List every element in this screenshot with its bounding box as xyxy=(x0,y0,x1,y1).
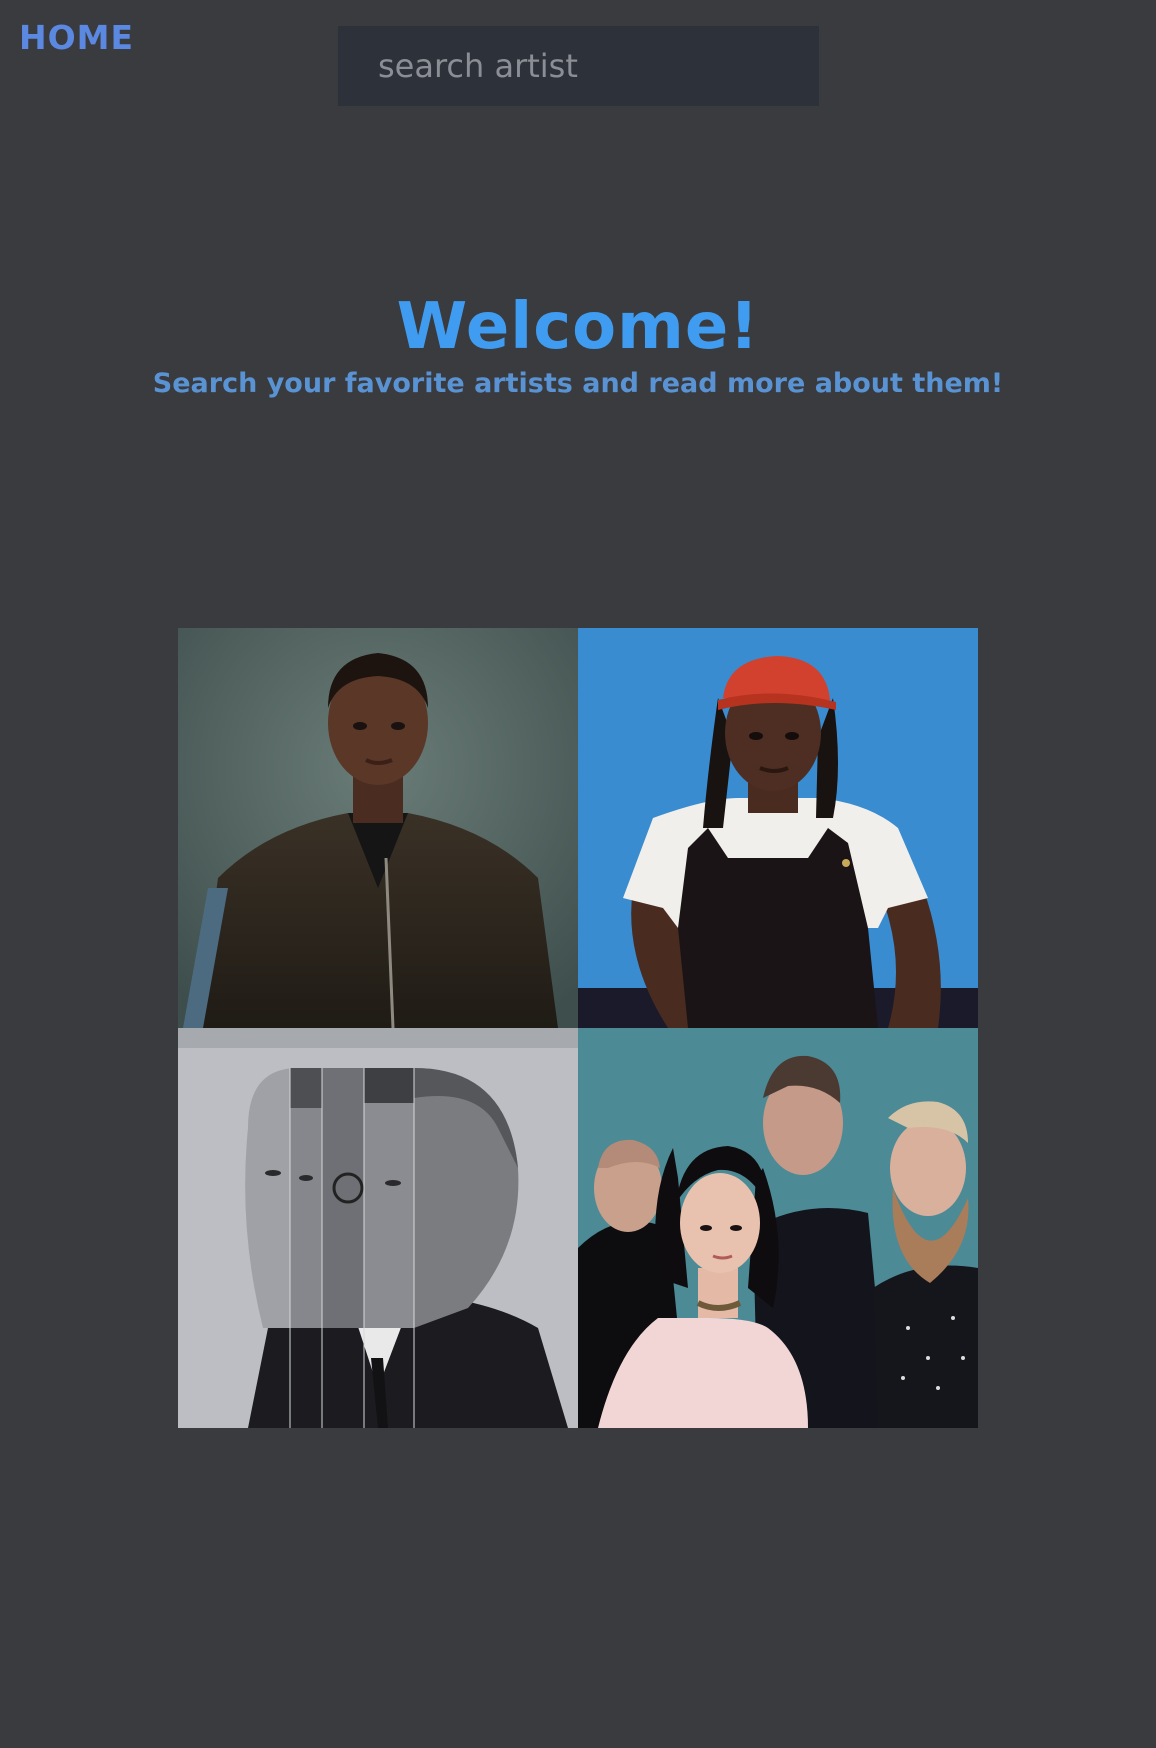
artist-photo-4 xyxy=(578,1028,978,1428)
search-input[interactable] xyxy=(338,26,819,106)
artist-photo-3 xyxy=(178,1028,578,1428)
artist-tile-1[interactable] xyxy=(178,628,578,1028)
artist-photo-2 xyxy=(578,628,978,1028)
artist-gallery xyxy=(178,628,978,1428)
page-title: Welcome! xyxy=(396,290,760,364)
page: HOME Welcome! Search your favorite artis… xyxy=(0,0,1156,1748)
artist-tile-2[interactable] xyxy=(578,628,978,1028)
home-link[interactable]: HOME xyxy=(19,18,134,57)
artist-photo-1 xyxy=(178,628,578,1028)
artist-tile-4[interactable] xyxy=(578,1028,978,1428)
page-subtitle: Search your favorite artists and read mo… xyxy=(152,368,1004,399)
artist-tile-3[interactable] xyxy=(178,1028,578,1428)
